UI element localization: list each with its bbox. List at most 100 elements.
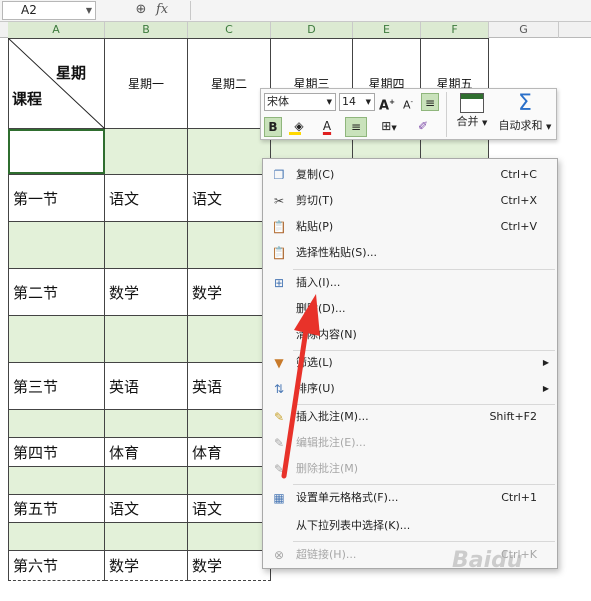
grow-font-icon: A xyxy=(379,98,390,114)
period-label: 第五节 xyxy=(13,500,59,518)
menu-item-format-cells[interactable]: ▦ 设置单元格格式(F)... Ctrl+1 xyxy=(263,486,557,510)
subject-label: 体育 xyxy=(109,443,140,462)
period-cell[interactable]: 第三节 xyxy=(8,363,105,410)
subject-label: 语文 xyxy=(109,189,140,208)
blank-cell[interactable] xyxy=(188,467,271,495)
chevron-right-icon: ▶ xyxy=(542,384,549,393)
format-painter-icon: ✐ xyxy=(417,119,429,133)
blank-cell[interactable] xyxy=(8,222,105,269)
period-cell[interactable]: 第四节 xyxy=(8,438,105,467)
subject-cell[interactable]: 语文 xyxy=(188,175,271,222)
chevron-down-icon[interactable]: ▼ xyxy=(86,2,92,19)
column-header-e[interactable]: E xyxy=(353,22,421,38)
mini-toolbar: 宋体 ▼ 14 ▼ A+ A- ≡ B ◈ A ≡ ⊞▼ ✐ 合并 ▼ Σ 自动… xyxy=(260,88,557,140)
weekday-header-cell[interactable]: 星期一 xyxy=(105,38,188,129)
menu-separator xyxy=(293,269,555,270)
wrap-text-button[interactable]: ≡ xyxy=(421,93,439,111)
blank-cell[interactable] xyxy=(105,129,188,175)
menu-item-cut[interactable]: ✂ 剪切(T) Ctrl+X xyxy=(263,189,557,213)
column-header-f[interactable]: F xyxy=(421,22,489,38)
subject-label: 数学 xyxy=(192,283,223,302)
weekday-header-cell[interactable]: 星期二 xyxy=(188,38,271,129)
blank-cell[interactable] xyxy=(105,467,188,495)
merge-button[interactable]: 合并 ▼ xyxy=(451,91,493,139)
shrink-font-button[interactable]: A- xyxy=(399,93,417,112)
blank-cell[interactable] xyxy=(188,410,271,438)
column-header-g[interactable]: G xyxy=(489,22,559,38)
subject-label: 数学 xyxy=(192,557,223,575)
corner-label-period: 课程 xyxy=(12,90,43,108)
font-name-value: 宋体 xyxy=(267,95,289,108)
menu-item-paste[interactable]: 📋 粘贴(P) Ctrl+V xyxy=(263,215,557,239)
blank-cell[interactable] xyxy=(8,523,105,551)
subject-cell[interactable]: 英语 xyxy=(188,363,271,410)
autosum-button[interactable]: Σ 自动求和 ▼ xyxy=(495,91,555,139)
align-center-button[interactable]: ≡ xyxy=(345,117,367,137)
subject-cell[interactable]: 语文 xyxy=(188,495,271,523)
borders-button[interactable]: ⊞▼ xyxy=(375,117,403,137)
format-painter-button[interactable]: ✐ xyxy=(413,117,433,137)
fill-color-icon: ◈ xyxy=(294,119,304,133)
wrap-text-icon: ≡ xyxy=(424,96,436,110)
blank-cell[interactable] xyxy=(188,129,271,175)
blank-cell[interactable] xyxy=(188,316,271,363)
fill-color-button[interactable]: ◈ xyxy=(286,117,312,137)
subject-label: 英语 xyxy=(192,377,223,396)
fill-color-swatch xyxy=(289,132,301,135)
font-color-button[interactable]: A xyxy=(315,117,339,137)
fx-icon[interactable]: fx xyxy=(156,2,176,18)
menu-item-label: 剪切(T) xyxy=(296,194,334,207)
period-cell[interactable]: 第六节 xyxy=(8,551,105,581)
blank-cell[interactable] xyxy=(8,316,105,363)
paste-special-icon: 📋 xyxy=(271,246,287,260)
watermark-logo: Baidu xyxy=(452,548,523,573)
blank-cell[interactable] xyxy=(188,222,271,269)
subject-cell[interactable]: 数学 xyxy=(188,551,271,581)
name-box[interactable]: A2 ▼ xyxy=(2,1,96,20)
subject-cell[interactable]: 数学 xyxy=(105,551,188,581)
font-size-select[interactable]: 14 ▼ xyxy=(339,93,375,111)
copy-icon: ❐ xyxy=(273,168,285,182)
subject-cell[interactable]: 数学 xyxy=(105,269,188,316)
blank-cell[interactable] xyxy=(105,316,188,363)
scissors-icon: ✂ xyxy=(273,194,285,208)
menu-item-copy[interactable]: ❐ 复制(C) Ctrl+C xyxy=(263,163,557,187)
period-cell[interactable]: 第五节 xyxy=(8,495,105,523)
menu-item-pick-from-list[interactable]: 从下拉列表中选择(K)... xyxy=(263,514,557,538)
column-header-a[interactable]: A xyxy=(8,22,105,38)
blank-cell[interactable] xyxy=(8,410,105,438)
active-cell-a2[interactable] xyxy=(8,129,105,174)
subject-label: 数学 xyxy=(109,557,140,575)
subject-cell[interactable]: 语文 xyxy=(105,495,188,523)
subject-cell[interactable]: 体育 xyxy=(105,438,188,467)
subject-cell[interactable]: 英语 xyxy=(105,363,188,410)
menu-item-shortcut: Ctrl+C xyxy=(500,168,537,181)
period-cell[interactable]: 第一节 xyxy=(8,175,105,222)
font-color-icon: A xyxy=(322,119,332,133)
period-label: 第六节 xyxy=(13,557,59,575)
subject-cell[interactable]: 体育 xyxy=(188,438,271,467)
toolbar-divider xyxy=(446,92,447,137)
autosum-label: 自动求和 xyxy=(498,119,543,132)
menu-item-shortcut: Shift+F2 xyxy=(489,410,537,423)
blank-cell[interactable] xyxy=(8,467,105,495)
font-name-select[interactable]: 宋体 ▼ xyxy=(264,93,336,111)
column-header-c[interactable]: C xyxy=(188,22,271,38)
bold-button[interactable]: B xyxy=(264,117,282,137)
name-box-value: A2 xyxy=(21,3,37,17)
blank-cell[interactable] xyxy=(105,523,188,551)
zoom-icon[interactable]: ⊕ xyxy=(133,2,149,18)
column-header-d[interactable]: D xyxy=(271,22,353,38)
blank-cell[interactable] xyxy=(105,410,188,438)
blank-cell[interactable] xyxy=(105,222,188,269)
subject-cell[interactable]: 数学 xyxy=(188,269,271,316)
blank-cell[interactable] xyxy=(188,523,271,551)
subject-cell[interactable]: 语文 xyxy=(105,175,188,222)
column-header-b[interactable]: B xyxy=(105,22,188,38)
subject-label: 体育 xyxy=(192,443,223,462)
period-cell[interactable]: 第二节 xyxy=(8,269,105,316)
subject-label: 英语 xyxy=(109,377,140,396)
grow-font-button[interactable]: A+ xyxy=(378,93,396,114)
subject-label: 语文 xyxy=(109,500,140,518)
menu-item-paste-special[interactable]: 📋 选择性粘贴(S)... xyxy=(263,241,557,265)
